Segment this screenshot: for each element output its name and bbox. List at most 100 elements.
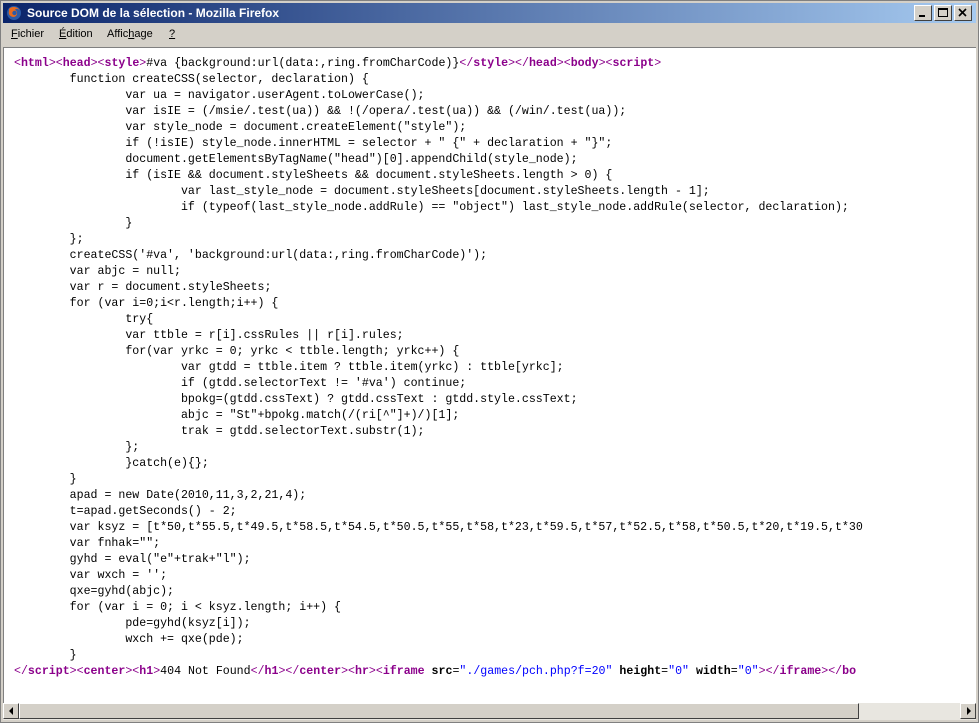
attr-width: width (689, 665, 731, 678)
code-line: var abjc = null; (14, 265, 181, 278)
tag-center: center (83, 665, 126, 678)
code-line: if (typeof(last_style_node.addRule) == "… (14, 201, 849, 214)
tag-bracket: </ (459, 57, 474, 70)
code-line: for (var i=0;i<r.length;i++) { (14, 297, 279, 310)
tag-style-close: style (473, 57, 509, 70)
tag-hr: hr (355, 665, 369, 678)
scroll-left-button[interactable] (3, 703, 19, 719)
tag-bracket: >< (90, 57, 105, 70)
tag-head: head (62, 57, 91, 70)
tag-bracket: > (654, 57, 662, 70)
menu-edition-label: dition (66, 28, 93, 40)
source-line-1: <html><head><style>#va {background:url(d… (14, 57, 661, 70)
scroll-right-button[interactable] (960, 703, 976, 719)
tag-iframe: iframe (382, 665, 425, 678)
source-code: <html><head><style>#va {background:url(d… (14, 56, 863, 680)
minimize-button[interactable] (914, 5, 932, 21)
code-line: var gtdd = ttble.item ? ttble.item(yrkc)… (14, 361, 564, 374)
code-line: var style_node = document.createElement(… (14, 121, 467, 134)
code-line: } (14, 649, 77, 662)
tag-bracket: </ (14, 665, 28, 678)
browser-window: Source DOM de la sélection - Mozilla Fir… (0, 0, 979, 723)
code-line: var isIE = (/msie/.test(ua)) && !(/opera… (14, 105, 627, 118)
code-line: qxe=gyhd(abjc); (14, 585, 175, 598)
tag-bracket: </ (250, 665, 265, 678)
firefox-icon (7, 6, 21, 20)
tag-h1: h1 (139, 665, 154, 678)
menu-edition[interactable]: Édition (59, 28, 93, 40)
code-line: bpokg=(gtdd.cssText) ? gtdd.cssText : gt… (14, 393, 578, 406)
menu-affichage-label: age (134, 28, 153, 40)
menu-help[interactable]: ? (169, 28, 175, 40)
menu-help-accel: ? (169, 28, 176, 40)
code-line: var wxch = ''; (14, 569, 168, 582)
source-last-line: </script><center><h1>404 Not Found</h1><… (14, 665, 856, 678)
tag-bracket: >< (556, 57, 571, 70)
attr-height: height (612, 665, 662, 678)
tag-body-close: bo (842, 665, 857, 678)
menu-fichier-label: ichier (17, 28, 45, 40)
code-line: var ua = navigator.userAgent.toLowerCase… (14, 89, 425, 102)
menu-affichage-pre: Affic (107, 28, 129, 40)
maximize-icon (938, 8, 948, 17)
code-line: }catch(e){}; (14, 457, 209, 470)
heading-text: 404 Not Found (160, 665, 251, 678)
arrow-right-icon (967, 707, 971, 715)
code-line: if (gtdd.selectorText != '#va') continue… (14, 377, 467, 390)
menu-fichier[interactable]: Fichier (11, 28, 44, 40)
tag-bracket: >< (341, 665, 355, 678)
code-line: var ttble = r[i].cssRules || r[i].rules; (14, 329, 404, 342)
code-line: var ksyz = [t*50,t*55.5,t*49.5,t*58.5,t*… (14, 521, 863, 534)
tag-head-close: head (528, 57, 557, 70)
tag-h1-close: h1 (264, 665, 279, 678)
code-line: apad = new Date(2010,11,3,2,21,4); (14, 489, 307, 502)
code-line: t=apad.getSeconds() - 2; (14, 505, 237, 518)
maximize-button[interactable] (934, 5, 952, 21)
tag-iframe-close: iframe (779, 665, 822, 678)
code-line: wxch += qxe(pde); (14, 633, 244, 646)
close-icon (958, 8, 967, 17)
menu-affichage[interactable]: Affichage (107, 28, 153, 40)
code-line: }; (14, 441, 140, 454)
source-view[interactable]: <html><head><style>#va {background:url(d… (3, 47, 976, 703)
minimize-icon (919, 15, 925, 17)
title-bar[interactable]: Source DOM de la sélection - Mozilla Fir… (3, 3, 976, 23)
code-line: for (var i = 0; i < ksyz.length; i++) { (14, 601, 341, 614)
tag-bracket: ></ (278, 665, 300, 678)
code-line: gyhd = eval("e"+trak+"l"); (14, 553, 251, 566)
scroll-thumb[interactable] (19, 703, 859, 719)
tag-script-close: script (27, 665, 70, 678)
tag-bracket: ></ (758, 665, 780, 678)
attr-src: src (424, 665, 453, 678)
code-line: function createCSS(selector, declaration… (14, 73, 369, 86)
style-content: #va {background:url(data:,ring.fromCharC… (146, 57, 460, 70)
tag-script: script (612, 57, 655, 70)
close-button[interactable] (954, 5, 972, 21)
tag-bracket: ></ (508, 57, 529, 70)
tag-bracket: >< (125, 665, 140, 678)
menu-fichier-accel: F (11, 28, 18, 40)
code-line: createCSS('#va', 'background:url(data:,r… (14, 249, 488, 262)
code-line: try{ (14, 313, 154, 326)
tag-bracket: >< (598, 57, 613, 70)
tag-bracket: >< (48, 57, 63, 70)
tag-html: html (20, 57, 49, 70)
code-line: }; (14, 233, 84, 246)
arrow-left-icon (9, 707, 13, 715)
code-line: if (!isIE) style_node.innerHTML = select… (14, 137, 613, 150)
window-title: Source DOM de la sélection - Mozilla Fir… (27, 6, 280, 20)
code-line: abjc = "St"+bpokg.match(/(ri[^"]+)/)[1]; (14, 409, 460, 422)
code-line: trak = gtdd.selectorText.substr(1); (14, 425, 425, 438)
code-line: var r = document.styleSheets; (14, 281, 272, 294)
code-line: pde=gyhd(ksyz[i]); (14, 617, 251, 630)
menu-bar: Fichier Édition Affichage ? (3, 25, 976, 45)
code-line: document.getElementsByTagName("head")[0]… (14, 153, 578, 166)
code-line: if (isIE && document.styleSheets && docu… (14, 169, 613, 182)
tag-bracket: < (14, 57, 21, 70)
attr-width-value: "0" (737, 665, 759, 678)
horizontal-scrollbar[interactable] (3, 703, 976, 720)
code-line: var fnhak=""; (14, 537, 161, 550)
tag-bracket: >< (368, 665, 383, 678)
tag-style: style (104, 57, 140, 70)
code-line: for(var yrkc = 0; yrkc < ttble.length; y… (14, 345, 460, 358)
